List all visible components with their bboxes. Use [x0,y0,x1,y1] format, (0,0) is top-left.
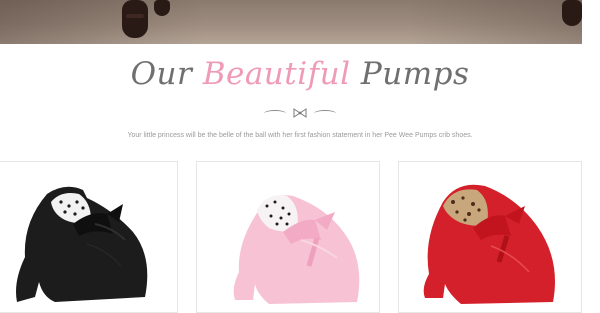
section-tagline: Your little princess will be the belle o… [127,132,473,139]
crib-leg [154,0,170,16]
swirl-right [313,109,336,117]
pink-pump-image [233,195,360,304]
crib-leg [562,0,582,26]
swirl-left [264,109,287,117]
hero-banner-image [0,0,582,44]
black-pump-image [16,186,148,302]
red-pump-image [423,184,555,304]
product-card-pink[interactable] [196,161,380,313]
bow-divider [0,104,600,124]
title-part2: Pumps [360,56,470,92]
bow-icon [293,105,307,121]
title-accent: Beautiful [202,56,351,92]
product-card-black[interactable] [0,161,178,313]
section-title: Our Beautiful Pumps [0,56,600,92]
product-card-red[interactable] [398,161,582,313]
title-part1: Our [130,56,193,92]
crib-leg [122,0,148,38]
hero-shading [0,0,582,44]
